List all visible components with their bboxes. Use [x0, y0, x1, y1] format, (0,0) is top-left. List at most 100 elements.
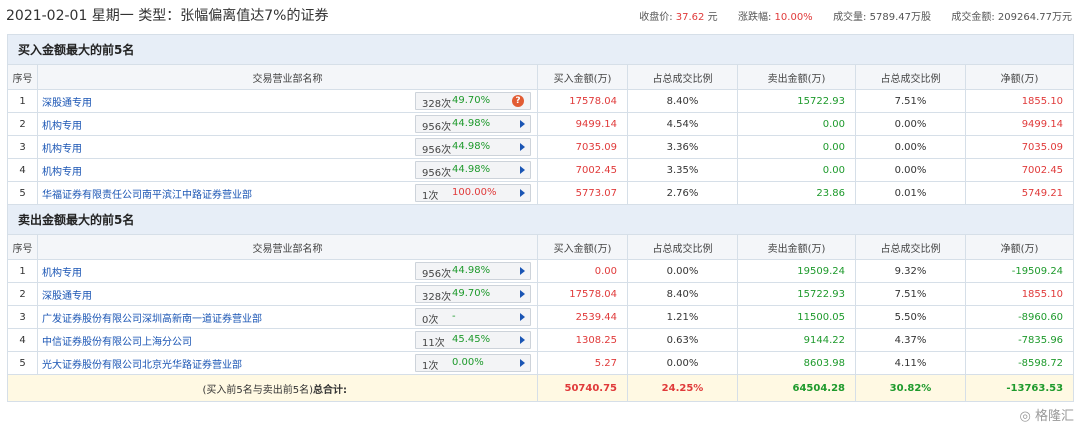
trade-count: 956次 [422, 168, 452, 179]
trade-count: 956次 [422, 145, 452, 156]
trade-count: 956次 [422, 269, 452, 280]
play-arrow-icon[interactable] [520, 290, 525, 298]
net-amount: -8960.60 [964, 305, 1075, 329]
table-row: 1 机构专用 956次 44.98% 0.00 0.00% 19509.24 9.32… [7, 259, 1075, 283]
play-arrow-icon[interactable] [520, 336, 525, 344]
play-arrow-icon[interactable] [520, 143, 525, 151]
branch-name-link[interactable]: 机构专用 [42, 140, 82, 155]
buy-ratio: 0.00% [627, 351, 738, 375]
column-header: 买入金额(万) [537, 234, 628, 260]
row-index: 1 [7, 89, 38, 113]
column-header: 占总成交比例 [855, 64, 966, 90]
win-rate: 44.98% [452, 118, 491, 129]
buy-section-title-row: 买入金额最大的前5名 [6, 34, 1075, 65]
history-stats-pill[interactable]: 0次 - [415, 308, 531, 326]
sell-amount: 0.00 [737, 158, 856, 182]
play-arrow-icon[interactable] [520, 120, 525, 128]
history-stats-pill[interactable]: 1次 0.00% [415, 354, 531, 372]
sell-ratio: 4.37% [855, 328, 966, 352]
table-row: 2 机构专用 956次 44.98% 9499.14 4.54% 0.00 0.00%… [7, 112, 1075, 136]
net-amount: 9499.14 [964, 112, 1075, 136]
row-index: 4 [7, 158, 38, 182]
column-header-row-buy: 序号 交易营业部名称 买入金额(万) 占总成交比例 卖出金额(万) 占总成交比例 净额(万) [7, 64, 1075, 90]
branch-name-link[interactable]: 中信证券股份有限公司上海分公司 [42, 333, 192, 348]
branch-name-link[interactable]: 华福证券有限责任公司南平滨江中路证券营业部 [42, 186, 252, 201]
history-stats-pill[interactable]: 956次 44.98% [415, 115, 531, 133]
table-row: 3 广发证券股份有限公司深圳高新南一道证券营业部 0次 - 2539.44 1.2… [7, 305, 1075, 329]
amount-value: 209264.77万元 [997, 12, 1072, 23]
column-header: 卖出金额(万) [737, 234, 856, 260]
branch-name-link[interactable]: 机构专用 [42, 163, 82, 178]
volume-value: 5789.47万股 [869, 12, 931, 23]
change-percent: 10.00% [774, 12, 813, 23]
sell-ratio: 5.50% [855, 305, 966, 329]
history-stats-pill[interactable]: 956次 44.98% [415, 161, 531, 179]
quote-stats: 收盘价: 37.62 元 涨跌幅: 10.00% 成交量: 5789.47万股 … [639, 12, 1072, 23]
net-amount: -8598.72 [964, 351, 1075, 375]
branch-name-link[interactable]: 深股通专用 [42, 94, 92, 109]
play-arrow-icon[interactable] [520, 166, 525, 174]
row-index: 1 [7, 259, 38, 283]
sell-amount: 0.00 [737, 135, 856, 159]
trade-count: 956次 [422, 122, 452, 133]
buy-ratio: 2.76% [627, 181, 738, 205]
column-header: 序号 [7, 234, 38, 260]
row-index: 3 [7, 135, 38, 159]
trade-count: 328次 [422, 99, 452, 110]
total-label: (买入前5名与卖出前5名)总合计: [7, 374, 538, 402]
win-rate: 100.00% [452, 187, 497, 198]
branch-name-cell: 机构专用 956次 44.98% [37, 135, 538, 159]
branch-name-cell: 广发证券股份有限公司深圳高新南一道证券营业部 0次 - [37, 305, 538, 329]
branch-name-cell: 机构专用 956次 44.98% [37, 112, 538, 136]
play-arrow-icon[interactable] [520, 267, 525, 275]
history-stats-pill[interactable]: 956次 44.98% [415, 262, 531, 280]
table-row: 5 华福证券有限责任公司南平滨江中路证券营业部 1次 100.00% 5773.… [7, 181, 1075, 205]
sell-ratio: 7.51% [855, 282, 966, 306]
total-sell: 64504.28 [737, 374, 856, 402]
branch-name-link[interactable]: 机构专用 [42, 264, 82, 279]
column-header: 交易营业部名称 [37, 234, 538, 260]
history-stats-pill[interactable]: 328次 49.70% [415, 285, 531, 303]
section-title: 卖出金额最大的前5名 [6, 204, 1075, 235]
buy-ratio: 1.21% [627, 305, 738, 329]
sell-ratio: 9.32% [855, 259, 966, 283]
buy-amount: 5773.07 [537, 181, 628, 205]
total-sell-ratio: 30.82% [855, 374, 966, 402]
branch-name-link[interactable]: 广发证券股份有限公司深圳高新南一道证券营业部 [42, 310, 262, 325]
buy-ratio: 0.63% [627, 328, 738, 352]
branch-name-link[interactable]: 光大证券股份有限公司北京光华路证券营业部 [42, 356, 242, 371]
branch-name-cell: 机构专用 956次 44.98% [37, 158, 538, 182]
history-stats-pill[interactable]: 328次 49.70% ? [415, 92, 531, 110]
table-row: 3 机构专用 956次 44.98% 7035.09 3.36% 0.00 0.00%… [7, 135, 1075, 159]
dragon-tiger-table: 买入金额最大的前5名 序号 交易营业部名称 买入金额(万) 占总成交比例 卖出金额(万) 占… [6, 34, 1075, 402]
buy-ratio: 4.54% [627, 112, 738, 136]
branch-name-link[interactable]: 深股通专用 [42, 287, 92, 302]
section-title: 买入金额最大的前5名 [6, 34, 1075, 65]
table-row: 1 深股通专用 328次 49.70% ? 17578.04 8.40% 15722… [7, 89, 1075, 113]
row-index: 2 [7, 282, 38, 306]
brand-logo: ◎ 格隆汇 [1019, 409, 1075, 424]
question-icon[interactable]: ? [512, 95, 524, 107]
sell-amount: 8603.98 [737, 351, 856, 375]
buy-ratio: 0.00% [627, 259, 738, 283]
table-row: 2 深股通专用 328次 49.70% 17578.04 8.40% 15722.9… [7, 282, 1075, 306]
sell-amount: 11500.05 [737, 305, 856, 329]
buy-ratio: 3.35% [627, 158, 738, 182]
sell-section-title-row: 卖出金额最大的前5名 [6, 204, 1075, 235]
play-arrow-icon[interactable] [520, 189, 525, 197]
sell-ratio: 4.11% [855, 351, 966, 375]
branch-name-link[interactable]: 机构专用 [42, 117, 82, 132]
trade-count: 11次 [422, 338, 445, 349]
trade-count: 1次 [422, 361, 439, 372]
buy-amount: 17578.04 [537, 282, 628, 306]
column-header: 序号 [7, 64, 38, 90]
buy-amount: 17578.04 [537, 89, 628, 113]
history-stats-pill[interactable]: 11次 45.45% [415, 331, 531, 349]
total-buy-ratio: 24.25% [627, 374, 738, 402]
win-rate: 49.70% [452, 288, 491, 299]
trade-count: 0次 [422, 315, 439, 326]
history-stats-pill[interactable]: 1次 100.00% [415, 184, 531, 202]
play-arrow-icon[interactable] [520, 359, 525, 367]
play-arrow-icon[interactable] [520, 313, 525, 321]
history-stats-pill[interactable]: 956次 44.98% [415, 138, 531, 156]
